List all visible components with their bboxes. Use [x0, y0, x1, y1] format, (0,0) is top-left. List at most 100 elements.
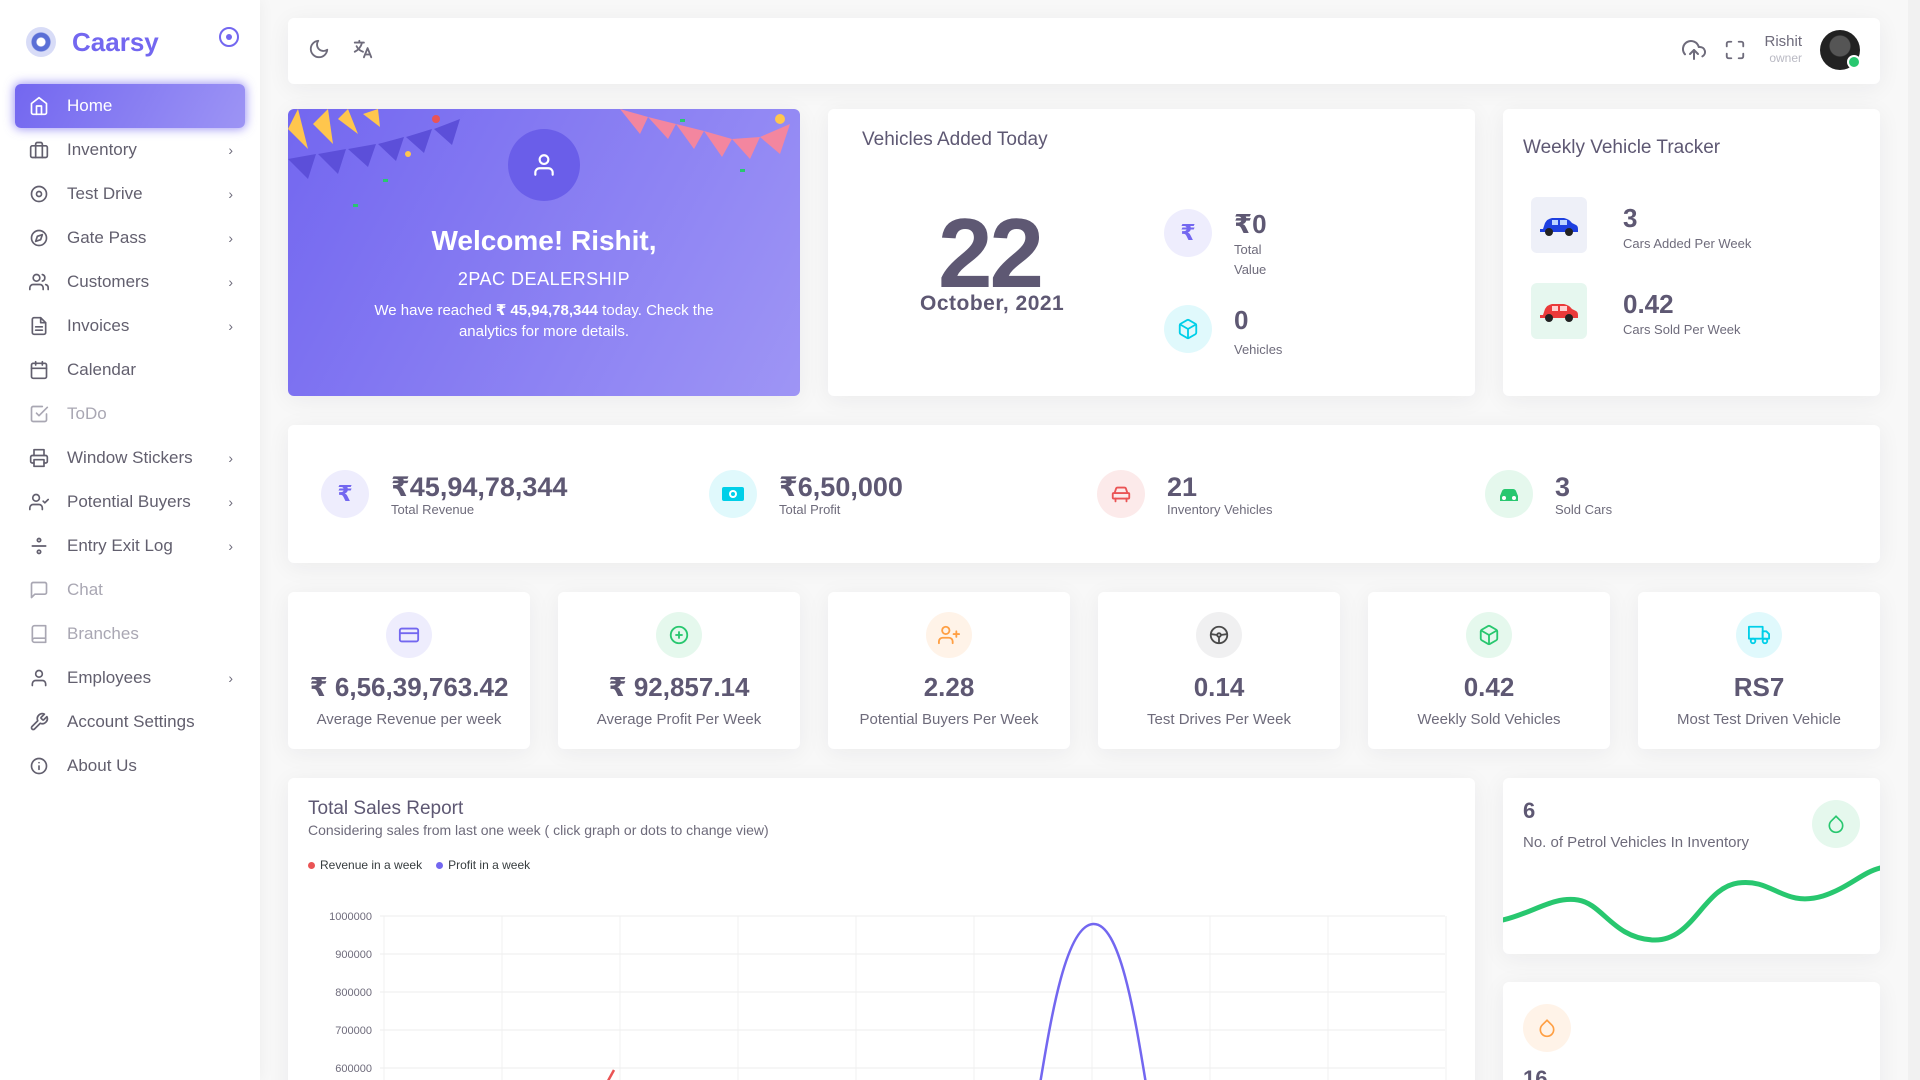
sidebar-item-todo[interactable]: ToDo — [15, 392, 245, 436]
sidebar-item-potential-buyers[interactable]: Potential Buyers › — [15, 480, 245, 524]
petrol-sparkline — [1503, 865, 1880, 943]
steering-wheel-icon — [1196, 612, 1242, 658]
divide-icon — [29, 536, 49, 556]
translate-icon[interactable] — [352, 38, 374, 60]
mini-value: 0.42 — [1463, 672, 1515, 702]
sold-cars-stat: 3 Sold Cars — [1485, 470, 1612, 518]
compass-icon — [29, 228, 49, 248]
sales-chart[interactable]: 1000000 900000 800000 700000 600000 — [288, 878, 1475, 1080]
sidebar-item-window-stickers[interactable]: Window Stickers › — [15, 436, 245, 480]
sidebar-item-chat[interactable]: Chat — [15, 568, 245, 612]
sidebar-item-account-settings[interactable]: Account Settings — [15, 700, 245, 744]
sidebar-item-inventory[interactable]: Inventory › — [15, 128, 245, 172]
mini-value: 0.14 — [1193, 672, 1245, 702]
car-icon — [1485, 470, 1533, 518]
sidebar-item-gate-pass[interactable]: Gate Pass › — [15, 216, 245, 260]
message-square-icon — [29, 580, 49, 600]
file-text-icon — [29, 316, 49, 336]
summary-value: ₹6,50,000 — [779, 471, 903, 502]
sidebar-item-about-us[interactable]: About Us — [15, 744, 245, 788]
sidebar-item-label: Invoices — [67, 316, 130, 335]
maximize-icon[interactable] — [1724, 39, 1746, 61]
avatar[interactable] — [1820, 30, 1861, 70]
sidebar-item-employees[interactable]: Employees › — [15, 656, 245, 700]
chevron-right-icon: › — [228, 450, 233, 466]
sidebar-item-test-drive[interactable]: Test Drive › — [15, 172, 245, 216]
book-icon — [29, 624, 49, 644]
droplet-icon — [1523, 1004, 1571, 1052]
legend-dot-revenue — [308, 862, 315, 870]
series-line-profit[interactable] — [1036, 922, 1150, 1080]
user-check-icon — [29, 492, 49, 512]
brand-logo-icon — [26, 27, 56, 57]
target-icon — [29, 184, 49, 204]
cars-added-value: 3 — [1623, 203, 1638, 233]
summary-value: ₹45,94,78,344 — [391, 471, 568, 502]
report-subtitle: Considering sales from last one week ( c… — [308, 822, 769, 838]
vehicles-count-label: Vehicles — [1234, 342, 1283, 357]
test-drives-card: 0.14 Test Drives Per Week — [1098, 592, 1340, 749]
cars-sold-stat: 0.42 Cars Sold Per Week — [1531, 283, 1741, 340]
mini-label: Potential Buyers Per Week — [859, 711, 1039, 728]
inventory-vehicles-stat: 21 Inventory Vehicles — [1097, 470, 1273, 518]
mini-label: Test Drives Per Week — [1147, 711, 1291, 728]
chevron-right-icon: › — [228, 274, 233, 290]
sidebar-item-customers[interactable]: Customers › — [15, 260, 245, 304]
chevron-right-icon: › — [228, 538, 233, 554]
summary-label: Sold Cars — [1555, 501, 1613, 517]
sidebar-item-entry-exit-log[interactable]: Entry Exit Log › — [15, 524, 245, 568]
most-test-driven-card: RS7 Most Test Driven Vehicle — [1638, 592, 1880, 749]
summary-card: ₹ ₹45,94,78,344 Total Revenue ₹6,50,000 To… — [288, 425, 1880, 563]
mini-label: Weekly Sold Vehicles — [1417, 711, 1561, 728]
sidebar-item-calendar[interactable]: Calendar — [15, 348, 245, 392]
chevron-right-icon: › — [228, 670, 233, 686]
sidebar-item-branches[interactable]: Branches — [15, 612, 245, 656]
info-icon — [29, 756, 49, 776]
box-icon — [1466, 612, 1512, 658]
moon-icon[interactable] — [308, 38, 330, 60]
potential-buyers-card: 2.28 Potential Buyers Per Week — [828, 592, 1070, 749]
series-line-revenue[interactable] — [593, 1069, 616, 1080]
sidebar-item-label: Customers — [67, 272, 150, 291]
welcome-title: Welcome! Rishit, — [431, 225, 657, 256]
mini-value: ₹ 6,56,39,763.42 — [309, 672, 509, 702]
legend-revenue[interactable]: Revenue in a week — [308, 858, 422, 872]
legend-profit[interactable]: Profit in a week — [436, 858, 530, 872]
chevron-right-icon: › — [228, 318, 233, 334]
card-title: Weekly Vehicle Tracker — [1523, 137, 1721, 158]
credit-card-icon — [386, 612, 432, 658]
sidebar-toggle-icon[interactable] — [219, 27, 239, 47]
welcome-amount: ₹ 45,94,78,344 — [495, 302, 599, 319]
upload-cloud-icon[interactable] — [1682, 38, 1707, 62]
user-icon — [534, 154, 554, 176]
total-revenue-stat: ₹ ₹45,94,78,344 Total Revenue — [321, 470, 567, 518]
sidebar-item-label: Chat — [67, 580, 103, 599]
sidebar-item-invoices[interactable]: Invoices › — [15, 304, 245, 348]
mini-value: ₹ 92,857.14 — [608, 672, 750, 702]
tool-icon — [29, 712, 49, 732]
sidebar-item-label: Entry Exit Log — [67, 536, 173, 555]
sidebar-item-label: Account Settings — [67, 712, 195, 731]
droplet-icon — [1812, 800, 1860, 848]
vehicles-added-today-card: Vehicles Added Today 22 October, 2021 ₹ … — [828, 109, 1475, 396]
total-value-label-2: Value — [1234, 262, 1267, 277]
total-sales-report-card[interactable]: Total Sales Report Considering sales fro… — [288, 778, 1475, 1080]
summary-value: 3 — [1555, 471, 1571, 502]
y-tick-label: 600000 — [335, 1063, 372, 1075]
summary-label: Inventory Vehicles — [1167, 501, 1273, 517]
user-role: owner — [1769, 51, 1802, 65]
sidebar-item-home[interactable]: Home — [15, 84, 245, 128]
mini-label: Most Test Driven Vehicle — [1677, 711, 1841, 728]
petrol-count: 6 — [1523, 798, 1536, 823]
welcome-text: We have reached ₹ 45,94,78,344 today. Ch… — [374, 300, 714, 342]
home-icon — [29, 96, 49, 116]
user-plus-icon — [926, 612, 972, 658]
page-scrollbar[interactable] — [1908, 0, 1920, 1080]
user-info[interactable]: Rishit owner — [1764, 34, 1802, 66]
sidebar-item-label: Potential Buyers — [67, 492, 191, 511]
sidebar-item-label: Window Stickers — [67, 448, 193, 467]
total-value-label-1: Total — [1234, 242, 1262, 257]
welcome-avatar — [508, 129, 580, 201]
chevron-right-icon: › — [228, 230, 233, 246]
summary-label: Total Revenue — [391, 501, 475, 517]
